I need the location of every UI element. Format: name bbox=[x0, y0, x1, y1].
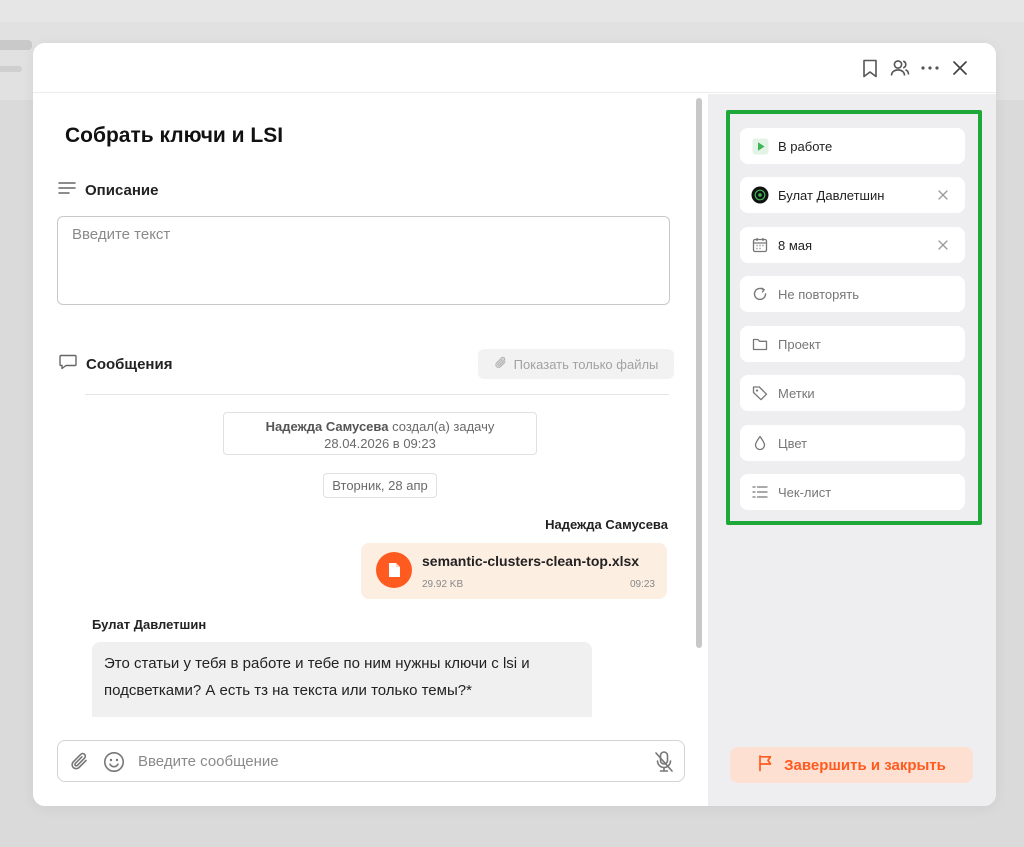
file-name[interactable]: semantic-clusters-clean-top.xlsx bbox=[422, 553, 639, 569]
task-created-event: Надежда Самусева создал(а) задачу 28.04.… bbox=[223, 412, 537, 455]
task-properties-panel: В работе Булат Давлетшин 8 мая Не повтор… bbox=[708, 94, 996, 806]
file-message-sender: Надежда Самусева bbox=[545, 517, 668, 532]
message-composer bbox=[57, 740, 685, 782]
description-field[interactable]: Введите текст bbox=[57, 216, 670, 305]
clear-assignee-icon[interactable] bbox=[936, 188, 950, 202]
text-message-sender: Булат Давлетшин bbox=[92, 617, 207, 632]
assignee-value: Булат Давлетшин bbox=[778, 187, 885, 203]
microphone-muted-icon[interactable] bbox=[652, 750, 676, 774]
calendar-icon bbox=[751, 236, 769, 254]
clear-due-date-icon[interactable] bbox=[936, 238, 950, 252]
task-modal: Собрать ключи и LSI Описание Введите тек… bbox=[33, 43, 996, 806]
description-lines-icon bbox=[58, 181, 76, 199]
show-files-only-button[interactable]: Показать только файлы bbox=[478, 349, 674, 379]
repeat-arrow-icon bbox=[751, 285, 769, 303]
task-title[interactable]: Собрать ключи и LSI bbox=[65, 124, 283, 148]
project-value: Проект bbox=[778, 336, 821, 352]
tags-field[interactable]: Метки bbox=[740, 375, 965, 411]
color-field[interactable]: Цвет bbox=[740, 425, 965, 461]
file-document-icon bbox=[376, 552, 412, 588]
message-input[interactable] bbox=[138, 749, 598, 773]
play-status-icon bbox=[751, 137, 769, 155]
file-message[interactable]: semantic-clusters-clean-top.xlsx 29.92 K… bbox=[361, 543, 667, 599]
description-header: Описание bbox=[58, 181, 158, 199]
description-placeholder: Введите текст bbox=[72, 226, 171, 243]
messages-header: Сообщения bbox=[59, 354, 172, 374]
project-field[interactable]: Проект bbox=[740, 326, 965, 362]
background-blurred-text bbox=[0, 40, 32, 50]
more-options-icon[interactable] bbox=[920, 56, 940, 80]
attach-paperclip-icon[interactable] bbox=[68, 750, 92, 774]
messages-divider bbox=[85, 394, 669, 395]
bookmark-icon[interactable] bbox=[860, 56, 880, 80]
paperclip-icon bbox=[494, 355, 508, 374]
modal-header bbox=[33, 43, 996, 93]
close-icon[interactable] bbox=[950, 56, 970, 80]
repeat-field[interactable]: Не повторять bbox=[740, 276, 965, 312]
due-date-field[interactable]: 8 мая bbox=[740, 227, 965, 263]
folder-icon bbox=[751, 335, 769, 353]
finish-and-close-label: Завершить и закрыть bbox=[784, 756, 946, 774]
messages-label: Сообщения bbox=[86, 355, 173, 373]
created-author: Надежда Самусева bbox=[265, 419, 389, 434]
tags-value: Метки bbox=[778, 385, 815, 401]
properties-highlight-frame: В работе Булат Давлетшин 8 мая Не повтор… bbox=[726, 110, 982, 525]
file-message-time: 09:23 bbox=[629, 579, 655, 590]
created-datetime: 28.04.2026 в 09:23 bbox=[324, 436, 436, 451]
status-field[interactable]: В работе bbox=[740, 128, 965, 164]
droplet-icon bbox=[751, 434, 769, 452]
assignee-field[interactable]: Булат Давлетшин bbox=[740, 177, 965, 213]
checklist-field[interactable]: Чек-лист bbox=[740, 474, 965, 510]
messages-scrollbar[interactable] bbox=[696, 98, 702, 648]
date-separator: Вторник, 28 апр bbox=[323, 473, 437, 498]
file-size: 29.92 KB bbox=[422, 579, 464, 590]
background-blurred-text bbox=[0, 66, 22, 72]
tag-icon bbox=[751, 384, 769, 402]
status-value: В работе bbox=[778, 138, 833, 154]
description-label: Описание bbox=[85, 181, 159, 199]
repeat-value: Не повторять bbox=[778, 286, 860, 302]
emoji-icon[interactable] bbox=[102, 750, 126, 774]
show-files-only-label: Показать только файлы bbox=[513, 356, 659, 372]
created-action: создал(а) задачу bbox=[392, 419, 495, 434]
checklist-icon bbox=[751, 483, 769, 501]
chat-bubble-icon bbox=[59, 354, 77, 374]
avatar bbox=[751, 186, 769, 204]
text-message-viewport: Это статьи у тебя в работе и тебе по ним… bbox=[92, 642, 592, 717]
color-value: Цвет bbox=[778, 435, 808, 451]
finish-and-close-button[interactable]: Завершить и закрыть bbox=[730, 747, 973, 783]
flag-icon bbox=[757, 754, 775, 776]
text-message[interactable]: Это статьи у тебя в работе и тебе по ним… bbox=[92, 642, 592, 717]
members-icon[interactable] bbox=[890, 56, 910, 80]
due-date-value: 8 мая bbox=[778, 237, 813, 253]
checklist-value: Чек-лист bbox=[778, 484, 832, 500]
background-topbar bbox=[0, 0, 1024, 22]
